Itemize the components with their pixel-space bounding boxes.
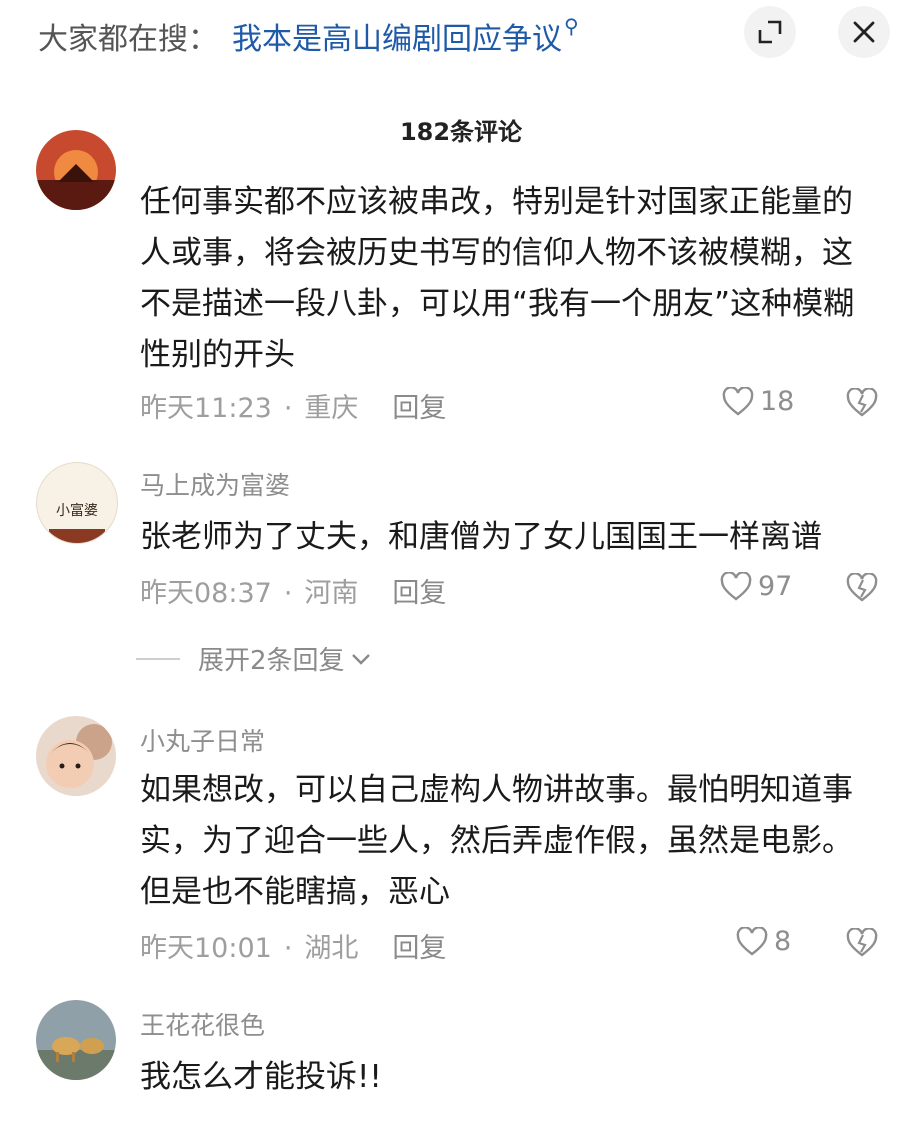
expand-replies-button[interactable]: 展开2条回复 — [136, 640, 371, 677]
comment-text: 如果想改，可以自己虚构人物讲故事。最怕明知道事实，为了迎合一些人，然后弄虚作假，… — [140, 772, 853, 910]
expand-replies-label: 展开2条回复 — [198, 646, 345, 676]
comment-meta: 昨天08:37 · 河南 回复 — [140, 578, 447, 609]
reply-button[interactable]: 回复 — [392, 578, 446, 609]
dislike-button[interactable] — [846, 927, 878, 962]
comment-count: 182条评论 — [399, 118, 523, 146]
comment-text: 任何事实都不应该被串改，特别是针对国家正能量的人或事，将会被历史书写的信仰人物不… — [140, 184, 855, 373]
search-query-link[interactable]: 我本是高山编剧回应争议 ⚲ — [232, 14, 579, 58]
expand-icon — [758, 20, 782, 44]
search-prefix: 大家都在搜： — [38, 22, 218, 57]
like-button[interactable]: 97 — [720, 571, 792, 602]
dislike-heart-icon — [846, 387, 878, 417]
comment-time: 昨天11:23 — [140, 393, 272, 424]
heart-icon — [720, 571, 752, 601]
comment-meta: 昨天11:23 · 重庆 回复 — [140, 393, 447, 424]
like-button[interactable]: 18 — [722, 386, 794, 417]
dislike-heart-icon — [846, 572, 878, 602]
search-icon: ⚲ — [564, 14, 579, 38]
close-button[interactable] — [838, 6, 890, 58]
comment-text: 我怎么才能投诉!! — [140, 1059, 382, 1095]
heart-icon — [722, 386, 754, 416]
chevron-down-icon — [351, 653, 370, 665]
like-button[interactable]: 8 — [736, 926, 791, 957]
avatar[interactable]: 小富婆 — [36, 462, 118, 544]
comment-location: 湖北 — [304, 933, 359, 964]
top-search-bar: 大家都在搜： 我本是高山编剧回应争议 ⚲ — [0, 0, 922, 70]
avatar[interactable] — [36, 1000, 116, 1080]
heart-icon — [736, 926, 768, 956]
reply-button[interactable]: 回复 — [392, 393, 446, 424]
expand-button[interactable] — [744, 6, 796, 58]
comment-text: 张老师为了丈夫，和唐僧为了女儿国国王一样离谱 — [140, 519, 822, 555]
username[interactable]: 王花花很色 — [140, 1006, 265, 1042]
avatar-text: 小富婆 — [56, 502, 98, 519]
username[interactable]: 小丸子日常 — [140, 722, 265, 758]
avatar[interactable] — [36, 716, 116, 796]
close-icon — [853, 21, 875, 43]
comment-time: 昨天08:37 — [140, 578, 272, 609]
comment-location: 河南 — [304, 578, 359, 609]
comment-meta: 昨天10:01 · 湖北 回复 — [140, 933, 447, 964]
like-count: 18 — [760, 386, 795, 417]
comment-time: 昨天10:01 — [140, 933, 272, 964]
like-count: 8 — [774, 926, 792, 957]
username[interactable]: 马上成为富婆 — [140, 466, 290, 502]
avatar[interactable] — [36, 130, 116, 210]
like-count: 97 — [758, 571, 793, 602]
dislike-button[interactable] — [846, 387, 878, 422]
reply-button[interactable]: 回复 — [392, 933, 446, 964]
divider — [136, 657, 180, 660]
search-query-text: 我本是高山编剧回应争议 — [232, 22, 562, 57]
dislike-button[interactable] — [846, 572, 878, 607]
dislike-heart-icon — [846, 927, 878, 957]
comment-location: 重庆 — [304, 393, 359, 424]
